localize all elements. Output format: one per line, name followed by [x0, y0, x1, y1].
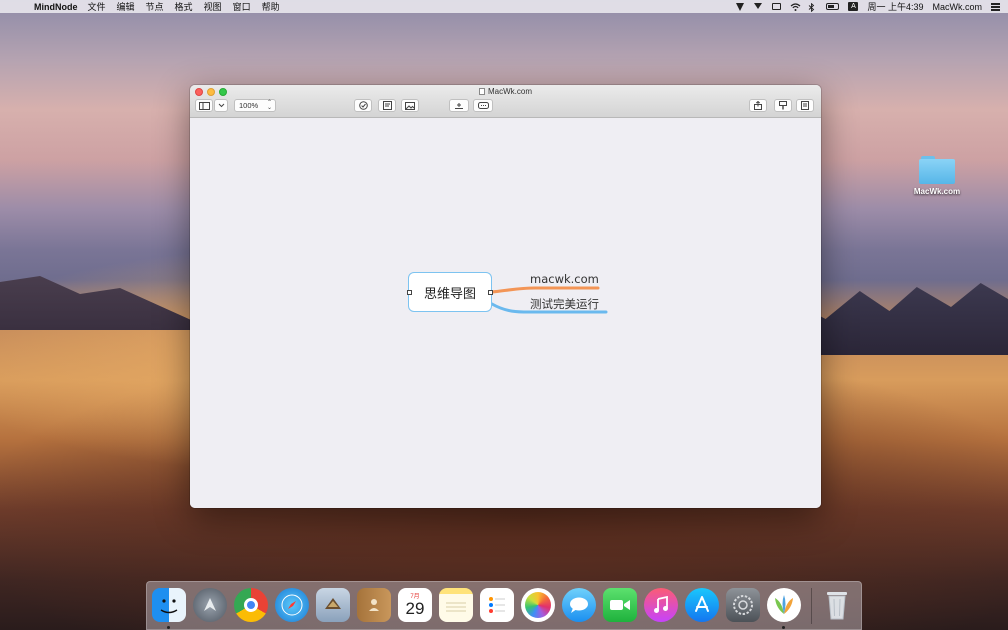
zoom-stepper-icon[interactable]: ⌃ ⌄ [267, 100, 272, 111]
sidebar-options-button[interactable] [214, 99, 228, 112]
document-icon [479, 88, 485, 95]
add-sibling-node-button[interactable] [473, 99, 493, 112]
chrome-icon[interactable] [234, 588, 268, 622]
window-title: MacWk.com [190, 87, 821, 96]
zoom-field[interactable]: 100% ⌃ ⌄ [234, 99, 276, 112]
branch-node-macwk[interactable]: macwk.com [530, 272, 599, 286]
right-connection-handle[interactable] [488, 290, 493, 295]
trash-icon[interactable] [820, 588, 854, 622]
add-node-icon [455, 102, 463, 109]
document-lines-icon [801, 101, 809, 110]
status-display-icon[interactable] [772, 2, 782, 11]
finder-icon[interactable] [152, 588, 186, 622]
mail-icon[interactable] [316, 588, 350, 622]
menu-bar: MindNode 文件 编辑 节点 格式 视图 窗口 帮助 A 周一 上午4:3… [0, 0, 1008, 13]
image-button[interactable] [401, 99, 419, 112]
dock: 7月 29 [146, 581, 862, 630]
image-icon [405, 101, 415, 110]
checkmark-circle-icon [358, 101, 368, 110]
notes-icon[interactable] [439, 588, 473, 622]
branch-node-test[interactable]: 测试完美运行 [530, 296, 599, 312]
branch-line-1 [490, 286, 600, 294]
sidebar-icon [198, 101, 210, 110]
note-icon [382, 101, 392, 110]
bluetooth-icon[interactable] [808, 2, 817, 12]
menu-file[interactable]: 文件 [88, 0, 106, 13]
window-titlebar[interactable]: MacWk.com 100% ⌃ ⌄ [190, 85, 821, 118]
mindmap-canvas[interactable]: 思维导图 macwk.com 测试完美运行 [190, 118, 821, 508]
status-vpn-icon[interactable] [736, 2, 745, 11]
desktop-folder[interactable]: MacWk.com [906, 154, 968, 196]
style-inspector-button[interactable] [774, 99, 792, 112]
launchpad-icon[interactable] [193, 588, 227, 622]
battery-icon[interactable] [826, 3, 840, 10]
zoom-value: 100% [239, 101, 259, 110]
calendar-day: 29 [405, 599, 425, 618]
folder-icon [919, 154, 955, 184]
menubar-clock[interactable]: 周一 上午4:39 [867, 0, 923, 13]
sibling-node-icon [477, 102, 489, 109]
app-store-icon[interactable] [685, 588, 719, 622]
task-button[interactable] [354, 99, 372, 112]
left-connection-handle[interactable] [407, 290, 412, 295]
mindnode-window: MacWk.com 100% ⌃ ⌄ 思维导图 macwk.com 测试完美运行 [190, 85, 821, 508]
notification-center-icon[interactable] [991, 2, 1000, 11]
root-node[interactable]: 思维导图 [408, 272, 492, 312]
system-preferences-icon[interactable] [726, 588, 760, 622]
window-title-text: MacWk.com [488, 87, 532, 96]
wifi-icon[interactable] [790, 2, 801, 11]
status-usb-icon[interactable] [754, 2, 763, 11]
add-child-node-button[interactable] [449, 99, 469, 112]
photos-icon[interactable] [521, 588, 555, 622]
share-button[interactable] [749, 99, 767, 112]
menu-format[interactable]: 格式 [175, 0, 193, 13]
finder-running-indicator [167, 626, 170, 629]
mindnode-icon[interactable] [767, 588, 801, 622]
menu-view[interactable]: 视图 [204, 0, 222, 13]
reminders-icon[interactable] [480, 588, 514, 622]
dock-separator [811, 588, 812, 624]
menu-window[interactable]: 窗口 [233, 0, 251, 13]
sidebar-toggle-button[interactable] [195, 99, 213, 112]
calendar-icon[interactable]: 7月 29 [398, 588, 432, 622]
messages-icon[interactable] [562, 588, 596, 622]
menu-help[interactable]: 帮助 [262, 0, 280, 13]
wallpaper-mountains-left [0, 276, 200, 330]
contacts-icon[interactable] [357, 588, 391, 622]
mindnode-running-indicator [782, 626, 785, 629]
itunes-icon[interactable] [644, 588, 678, 622]
app-menu[interactable]: MindNode [34, 2, 78, 12]
mindmap-connections [490, 286, 608, 314]
desktop-folder-label: MacWk.com [913, 187, 961, 196]
chevron-down-icon [218, 103, 224, 108]
safari-icon[interactable] [275, 588, 309, 622]
root-node-label: 思维导图 [423, 286, 476, 302]
note-button[interactable] [378, 99, 396, 112]
share-icon [754, 101, 762, 110]
menu-edit[interactable]: 编辑 [117, 0, 135, 13]
input-source-icon[interactable]: A [848, 2, 859, 11]
brush-icon [779, 101, 787, 110]
menu-node[interactable]: 节点 [146, 0, 164, 13]
menubar-user[interactable]: MacWk.com [933, 2, 983, 12]
outline-inspector-button[interactable] [796, 99, 814, 112]
facetime-icon[interactable] [603, 588, 637, 622]
